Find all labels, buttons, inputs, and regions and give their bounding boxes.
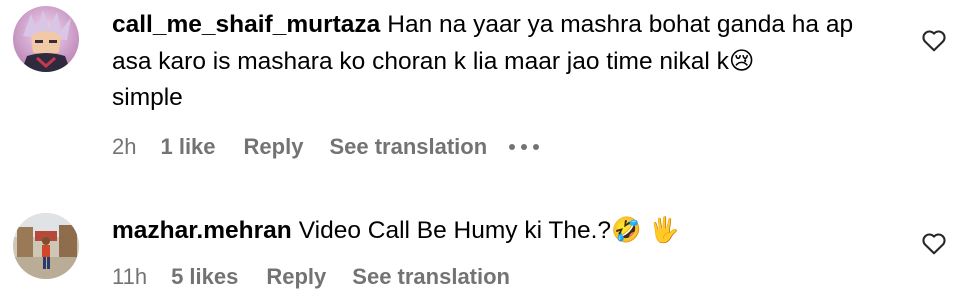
laughing-and-hand-emoji: 🤣 🖐 [611,215,680,244]
crying-face-emoji: 😢 [728,46,755,75]
comment-actions: 11h 5 likes Reply See translation [112,264,510,290]
heart-outline-icon[interactable] [921,231,947,255]
comment-message-tail: simple [112,84,183,111]
reply-button[interactable]: Reply [266,264,326,290]
comment-body: mazhar.mehran Video Call Be Humy ki The.?… [112,212,879,249]
see-translation-button[interactable]: See translation [329,134,487,160]
reply-button[interactable]: Reply [244,134,304,160]
avatar[interactable] [13,213,79,279]
more-options-icon[interactable] [509,144,540,150]
anime-character-avatar-icon [13,6,79,72]
comment-text: call_me_shaif_murtaza Han na yaar ya mash… [112,7,879,116]
timestamp[interactable]: 2h [112,134,136,160]
likes-count[interactable]: 1 like [160,134,215,160]
avatar[interactable] [13,6,79,72]
comment-message: Video Call Be Humy ki The.? [298,217,612,244]
heart-outline-icon[interactable] [921,28,947,52]
see-translation-button[interactable]: See translation [352,264,510,290]
username[interactable]: call_me_shaif_murtaza [112,11,380,38]
comment-text: mazhar.mehran Video Call Be Humy ki The.?… [112,212,879,249]
comment-body: call_me_shaif_murtaza Han na yaar ya mash… [112,7,879,116]
comment-item: mazhar.mehran Video Call Be Humy ki The.?… [0,175,959,302]
person-photo-avatar-icon [13,213,79,279]
username[interactable]: mazhar.mehran [112,217,292,244]
likes-count[interactable]: 5 likes [171,264,238,290]
timestamp[interactable]: 11h [112,264,147,290]
comment-item: call_me_shaif_murtaza Han na yaar ya mash… [0,0,959,175]
comment-actions: 2h 1 like Reply See translation [112,134,540,160]
